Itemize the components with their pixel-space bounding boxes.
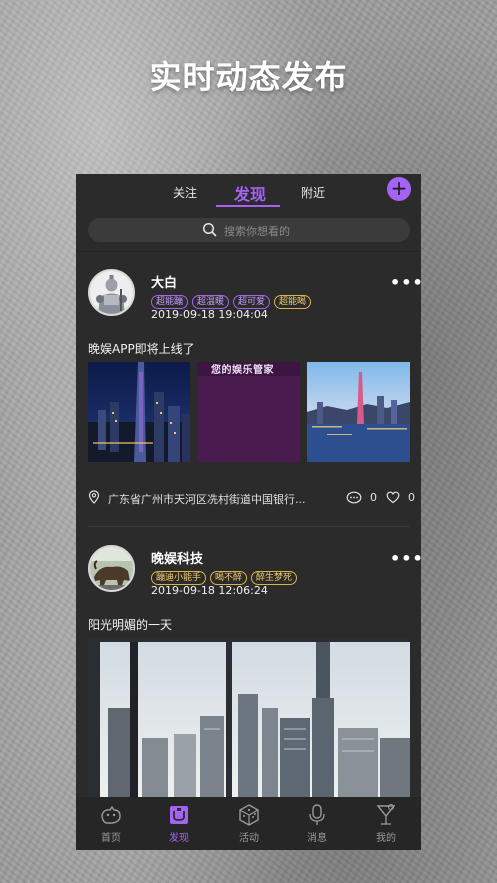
nav-label: 首页 bbox=[101, 833, 121, 844]
nav-label: 发现 bbox=[169, 833, 189, 844]
tab-follow[interactable]: 关注 bbox=[173, 184, 197, 201]
bottom-nav: 首页 发现 活动 消息 我的 bbox=[76, 797, 421, 850]
user-tags: 蹦迪小能手 喝不醉 醉生梦死 bbox=[151, 565, 301, 585]
location-pin-icon bbox=[88, 490, 100, 504]
comment-count: 0 bbox=[370, 491, 377, 504]
active-tab-indicator bbox=[216, 205, 280, 207]
post-text: 阳光明媚的一天 bbox=[88, 618, 173, 632]
discover-icon bbox=[170, 806, 188, 824]
post-image-night-tower[interactable] bbox=[88, 362, 190, 462]
user-tag: 醉生梦死 bbox=[251, 571, 298, 585]
robot-avatar-image bbox=[90, 271, 133, 314]
divider bbox=[76, 251, 421, 252]
search-placeholder: 搜索你想看的 bbox=[224, 225, 290, 238]
post-timestamp: 2019-09-18 19:04:04 bbox=[151, 308, 268, 321]
nav-item-messages[interactable]: 消息 bbox=[292, 803, 342, 844]
top-tabs: 关注 发现 附近 + bbox=[76, 174, 421, 210]
post-image-banner[interactable]: 您的娱乐管家 bbox=[197, 362, 300, 462]
user-tag: 超能蹦 bbox=[151, 295, 189, 309]
user-tag: 喝不醉 bbox=[210, 571, 248, 585]
location-row: 广东省广州市天河区冼村街道中国银行... 0 0 bbox=[88, 490, 415, 507]
dice-icon bbox=[239, 804, 259, 826]
home-icon bbox=[101, 805, 121, 824]
banner-caption: 您的娱乐管家 bbox=[211, 365, 274, 376]
search-icon bbox=[202, 222, 217, 237]
tab-discover[interactable]: 发现 bbox=[234, 181, 266, 205]
nav-label: 消息 bbox=[307, 833, 327, 844]
bull-statue-avatar-image bbox=[90, 547, 133, 590]
nav-item-home[interactable]: 首页 bbox=[86, 803, 136, 844]
heart-icon[interactable] bbox=[386, 491, 400, 504]
post-image-city-window[interactable] bbox=[88, 638, 410, 797]
user-tags: 超能蹦 超温暖 超可爱 超能喝 bbox=[151, 289, 315, 309]
add-post-button[interactable]: + bbox=[387, 177, 411, 201]
phone-screen: 关注 发现 附近 + 搜索你想看的 大白 超能蹦 超温暖 超可爱 超能喝 201… bbox=[76, 174, 421, 850]
nav-item-discover[interactable]: 发现 bbox=[154, 803, 204, 844]
post-text: 晚娱APP即将上线了 bbox=[88, 342, 195, 356]
nav-label: 我的 bbox=[376, 833, 396, 844]
nav-label: 活动 bbox=[239, 833, 259, 844]
page-headline: 实时动态发布 bbox=[149, 58, 348, 96]
avatar[interactable] bbox=[88, 545, 135, 592]
more-options-button[interactable]: ••• bbox=[390, 273, 421, 292]
avatar[interactable] bbox=[88, 269, 135, 316]
post-divider bbox=[88, 526, 410, 527]
user-tag: 超温暖 bbox=[192, 295, 230, 309]
nav-item-profile[interactable]: 我的 bbox=[361, 803, 411, 844]
user-tag: 超能喝 bbox=[274, 295, 312, 309]
post-timestamp: 2019-09-18 12:06:24 bbox=[151, 584, 268, 597]
user-tag: 蹦迪小能手 bbox=[151, 571, 207, 585]
tab-nearby[interactable]: 附近 bbox=[301, 184, 325, 201]
nav-item-activity[interactable]: 活动 bbox=[224, 803, 274, 844]
post-location[interactable]: 广东省广州市天河区冼村街道中国银行... bbox=[108, 491, 318, 507]
search-bar[interactable]: 搜索你想看的 bbox=[88, 218, 410, 242]
microphone-icon bbox=[309, 804, 325, 825]
like-count: 0 bbox=[408, 491, 415, 504]
cocktail-icon bbox=[376, 803, 396, 825]
user-tag: 超可爱 bbox=[233, 295, 271, 309]
post-image-river-city[interactable] bbox=[307, 362, 410, 462]
comment-icon[interactable] bbox=[346, 491, 362, 505]
more-options-button[interactable]: ••• bbox=[390, 549, 421, 568]
